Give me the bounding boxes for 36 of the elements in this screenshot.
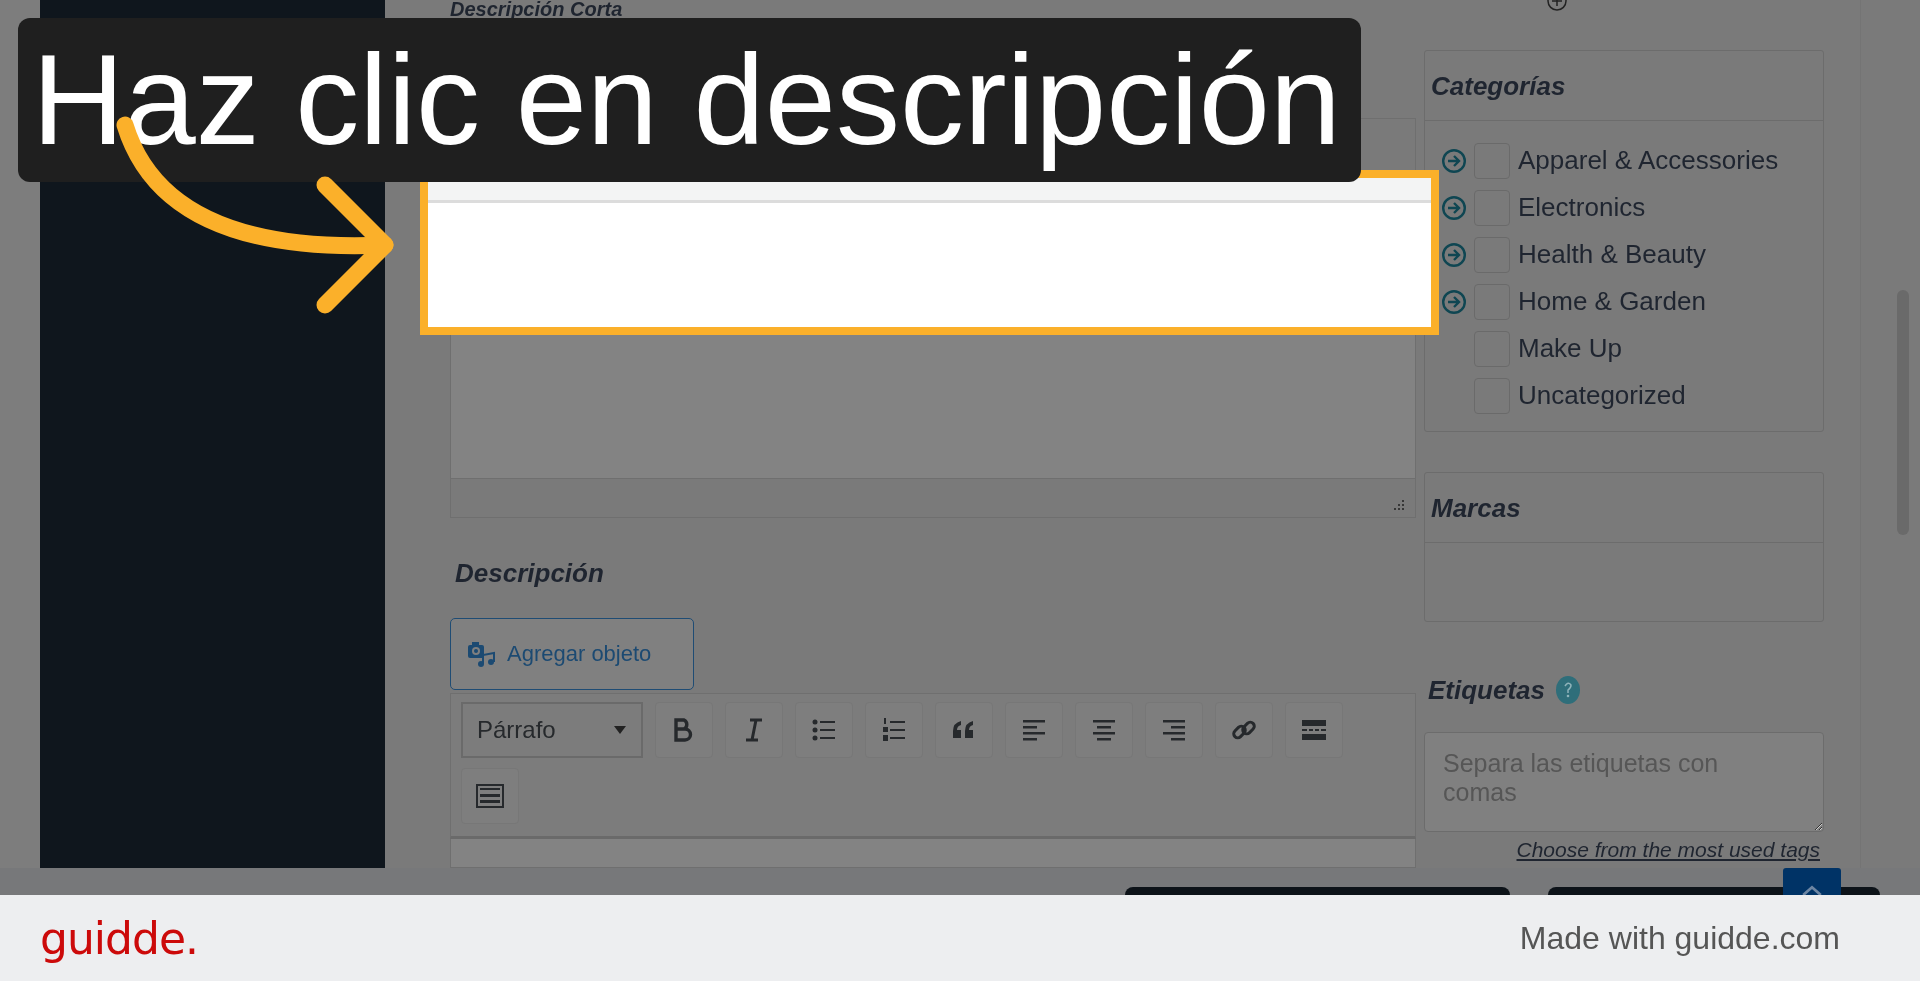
- toolbar-button[interactable]: [1145, 702, 1203, 758]
- toolbar-button[interactable]: [655, 702, 713, 758]
- toolbar-button[interactable]: [725, 702, 783, 758]
- category-label: Uncategorized: [1518, 380, 1686, 411]
- toolbar-button[interactable]: [1005, 702, 1063, 758]
- toolbar-button[interactable]: [795, 702, 853, 758]
- caret-icon: [613, 725, 627, 735]
- panel-title: Marcas: [1425, 473, 1823, 543]
- resize-handle-icon: [1391, 499, 1405, 513]
- section-title: Etiquetas: [1427, 674, 1546, 706]
- toolbar-button[interactable]: [1075, 702, 1133, 758]
- camera-music-icon: [467, 640, 495, 668]
- section-title: Descripción: [454, 558, 605, 588]
- instruction-tooltip: Haz clic en descripción: [18, 18, 1361, 182]
- chevron-up-icon: [1801, 884, 1823, 895]
- help-icon: [1555, 675, 1582, 705]
- category-label: Home & Garden: [1518, 286, 1706, 317]
- numbered-list-icon: [880, 716, 908, 744]
- keyboard-icon: [476, 782, 504, 810]
- category-label: Electronics: [1518, 192, 1646, 223]
- credit-text: Made with guidde.com: [1519, 919, 1840, 957]
- category-label: Make Up: [1518, 333, 1623, 364]
- category-label: Apparel & Accessories: [1518, 145, 1779, 176]
- back-to-top-button[interactable]: [1783, 868, 1841, 895]
- most-used-tags-link[interactable]: Choose from the most used tags: [1516, 838, 1820, 862]
- section-title: Descripción Corta: [450, 0, 624, 18]
- toolbar-button[interactable]: [461, 768, 519, 824]
- toolbar-button[interactable]: [935, 702, 993, 758]
- guidde-logo: guidde.: [40, 912, 198, 964]
- format-dropdown[interactable]: Párrafo: [461, 702, 643, 758]
- category-label: Health & Beauty: [1518, 239, 1706, 270]
- toolbar-button[interactable]: [865, 702, 923, 758]
- add-media-button[interactable]: Agregar objeto: [450, 618, 694, 690]
- panel-title: Categorías: [1425, 51, 1823, 121]
- toolbar-button[interactable]: [1215, 702, 1273, 758]
- toolbar-button[interactable]: [1285, 702, 1343, 758]
